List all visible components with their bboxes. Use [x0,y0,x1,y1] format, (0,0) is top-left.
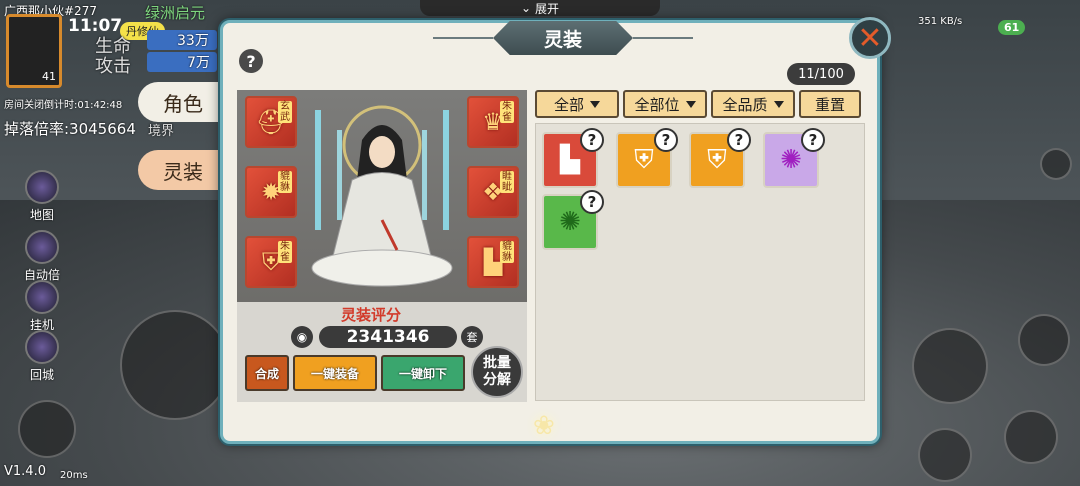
combine-button[interactable]: 合成 [245,355,289,391]
unidentified-badge: ? [727,128,751,152]
battery-indicator: 61 [998,20,1026,35]
top-banner: 绿洲启元 [145,4,206,22]
prone-button[interactable] [1004,410,1058,464]
score-value: 2341346 [319,326,457,348]
movement-joystick[interactable] [120,310,230,420]
close-button[interactable]: ✕ [849,17,891,59]
realm-label: 境界 [148,124,175,139]
caret-down-icon [773,100,784,108]
capacity-badge: 11/100 [787,63,855,85]
gear-slot-5[interactable]: ⛨ 朱雀 [245,236,297,288]
ping: 20ms [60,470,88,481]
score-area: 灵装评分 ◉ 2341346 套 合成 一键装备 一键卸下 批量分解 [237,302,527,402]
attack-value: 7万 [147,52,217,72]
gear-slot-6[interactable]: ▙ 貔貅 [467,236,519,288]
batch-decompose-button[interactable]: 批量分解 [471,346,523,398]
attack-fist-button[interactable] [912,328,988,404]
idle-icon [25,280,59,314]
inventory-item[interactable]: ⛨ ? [689,128,751,188]
panel-title: 灵装 [493,21,633,55]
filter-slot-dropdown[interactable]: 全部位 [623,90,707,118]
inventory-item[interactable]: ✺ ? [763,128,825,188]
armor-icon: ⛨ [634,144,654,175]
lotus-ornament-icon: ❀ [533,411,555,441]
inventory-grid: ▙ ? ⛨ ? ⛨ ? ✺ ? ✺ ? [535,123,865,401]
inventory-item[interactable]: ▙ ? [542,128,604,188]
return-city-button[interactable]: 回城 [20,330,64,383]
help-button[interactable]: ? [239,49,263,73]
expand-button[interactable]: ⌄ 展开 [420,0,660,16]
unidentified-badge: ? [801,128,825,152]
gem-icon: ✺ [780,145,802,175]
filter-type-dropdown[interactable]: 全部 [535,90,619,118]
reset-button[interactable]: 重置 [799,90,861,118]
inventory-item[interactable]: ⛨ ? [616,128,678,188]
jump-button[interactable] [1018,314,1070,366]
chat-button[interactable] [1040,148,1072,180]
room-close-timer: 房间关闭倒计时:01:42:48 [4,100,123,111]
gear-slot-3[interactable]: ✹ 貔貅 [245,166,297,218]
player-avatar[interactable]: 41 [6,14,62,88]
return-city-icon [25,330,59,364]
idle-button[interactable]: 挂机 [20,280,64,333]
gear-slot-2[interactable]: ♛ 朱雀 [467,96,519,148]
set-bonus-icon[interactable]: 套 [461,326,483,348]
crouch-button[interactable] [918,428,972,482]
equip-all-button[interactable]: 一键装备 [293,355,377,391]
tab-character[interactable]: 角色 [138,82,228,122]
character-figure [311,105,453,287]
gear-slot-1[interactable]: ⛑ 玄武 [245,96,297,148]
filter-quality-dropdown[interactable]: 全品质 [711,90,795,118]
gear-slot-4[interactable]: ❖ 睚眦 [467,166,519,218]
score-title: 灵装评分 [341,306,402,324]
auto-rate-icon [25,230,59,264]
attack-label: 攻击 [95,56,131,77]
tab-spirit-gear[interactable]: 灵装 [138,150,228,190]
armor-icon: ⛨ [707,144,727,175]
unidentified-badge: ? [580,190,604,214]
caret-down-icon [685,100,696,108]
spirit-gear-panel: 灵装 ? ✕ 11/100 ⛑ 玄武 ♛ 朱雀 ✹ 貔貅 ❖ 睚眦 ⛨ 朱雀 ▙… [220,17,891,444]
filter-bar: 全部 全部位 全品质 重置 [535,90,865,118]
map-icon [25,170,59,204]
expand-label: 展开 [535,1,560,16]
unidentified-badge: ? [580,128,604,152]
caret-down-icon [590,100,600,108]
door-button[interactable] [18,400,76,458]
eye-icon[interactable]: ◉ [291,326,313,348]
drop-rate: 掉落倍率:3045664 [4,120,136,138]
life-value: 33万 [147,30,217,50]
network-speed: 351 KB/s [918,16,963,27]
close-icon: ✕ [857,20,883,56]
boot-icon: ▙ [560,145,580,175]
inventory-item[interactable]: ✺ ? [542,190,604,250]
character-display: ⛑ 玄武 ♛ 朱雀 ✹ 貔貅 ❖ 睚眦 ⛨ 朱雀 ▙ 貔貅 [237,90,527,302]
unidentified-badge: ? [654,128,678,152]
gem-icon: ✺ [559,207,581,237]
unequip-all-button[interactable]: 一键卸下 [381,355,465,391]
map-button[interactable]: 地图 [20,170,64,223]
version: V1.4.0 [4,464,46,479]
chevron-down-icon: ⌄ [520,1,532,15]
